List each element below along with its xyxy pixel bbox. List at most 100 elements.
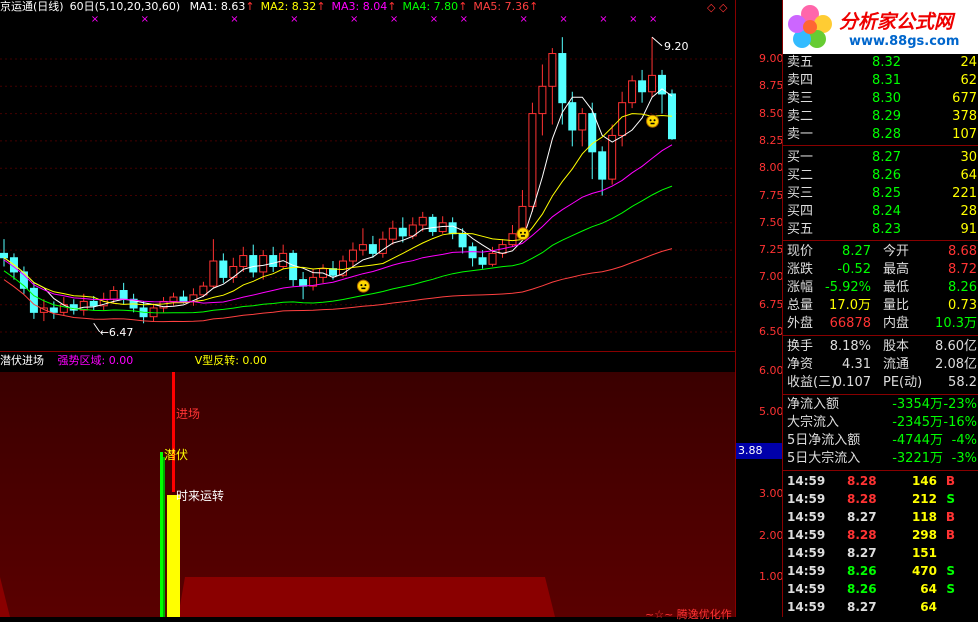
orderbook-price: 8.30: [872, 91, 901, 106]
smiley-icon: [646, 114, 660, 128]
ma-label-2: MA2: 8.32↑: [260, 0, 326, 13]
ma-label-1: MA1: 8.63↑: [189, 0, 255, 13]
candle-body: [508, 233, 517, 246]
candle-body: [358, 244, 367, 251]
candle-body: [109, 290, 118, 300]
quote-panel: 分析家公式网 www.88gs.com 卖五 8.32 24 卖四 8.31 62 卖三 8.…: [782, 0, 978, 617]
orderbook-level: 买三: [787, 186, 814, 201]
candle-body: [0, 252, 8, 259]
orderbook-price: 8.28: [872, 127, 901, 142]
chart-options-icon[interactable]: ◇ ◇: [707, 1, 727, 14]
candle-body: [259, 255, 268, 273]
candle-body: [29, 287, 38, 313]
smiley-icon: [356, 279, 370, 293]
entry-line: [172, 372, 175, 492]
candle-body: [299, 279, 308, 287]
flower-logo-icon: [788, 5, 832, 48]
sub-indicator-chart[interactable]: [0, 352, 735, 617]
tick-row: 14:59 8.28 298 B: [787, 528, 955, 542]
orderbook-volume: 62: [960, 73, 977, 88]
tick-row: 14:59 8.27 64: [787, 600, 937, 614]
sub-indicator-header: 潜伏进场 强势区域: 0.00 V型反转: 0.00: [0, 353, 735, 369]
stat-row: 换手 8.18% 股本 8.60亿: [787, 339, 977, 354]
orderbook-price: 8.27: [872, 150, 901, 165]
orderbook-volume: 378: [952, 109, 977, 124]
price-tick: 7.50: [759, 215, 784, 229]
lurk-bar: [160, 452, 163, 617]
price-tick: 8.25: [759, 133, 784, 147]
tick-row: 14:59 8.28 212 S: [787, 492, 955, 506]
candle-body: [209, 260, 218, 287]
flow-row: 大宗流入 -2345万 -16%: [787, 415, 977, 430]
zone-label: 强势区域: 0.00: [57, 354, 134, 367]
indicator-tick: 5.00: [759, 405, 784, 418]
signal-x-marker: ×: [91, 14, 99, 25]
candle-body: [368, 244, 377, 254]
price-tick: 6.50: [759, 325, 784, 338]
orderbook-sell-row[interactable]: 卖四 8.31 62: [783, 72, 978, 90]
orderbook-sell-row[interactable]: 卖一 8.28 107: [783, 126, 978, 144]
price-tick: 8.50: [759, 106, 784, 120]
orderbook-level: 买四: [787, 204, 814, 219]
signal-x-marker: ×: [460, 14, 468, 25]
stat-row: 净资 4.31 流通 2.08亿: [787, 357, 977, 372]
candle-body: [478, 257, 487, 265]
stat-row: 总量 17.0万 量比 0.73: [787, 298, 977, 313]
current-value: 3.88: [738, 444, 763, 457]
period-label: 60日(5,10,20,30,60): [69, 0, 181, 13]
stat-row: 涨幅 -5.92% 最低 8.26: [787, 280, 977, 295]
ma-label-4: MA4: 7.80↑: [402, 0, 468, 13]
orderbook-level: 卖二: [787, 109, 814, 124]
orderbook-buy-row[interactable]: 买四 8.24 28: [783, 203, 978, 221]
indicator-tick: 6.00: [759, 364, 784, 377]
orderbook-sell-row[interactable]: 卖三 8.30 677: [783, 90, 978, 108]
flow-row: 5日净流入额 -4744万 -4%: [787, 433, 977, 448]
orderbook-volume: 30: [960, 150, 977, 165]
signal-entry-label: 进场: [176, 407, 201, 421]
current-value-box: 3.88: [736, 443, 783, 459]
stat-row: 现价 8.27 今开 8.68: [787, 244, 977, 259]
signal-x-marker: ×: [629, 14, 637, 25]
orderbook-volume: 107: [952, 127, 977, 142]
smiley-icon: [516, 227, 530, 241]
flow-row: 5日大宗流入 -3221万 -3%: [787, 451, 977, 466]
orderbook-level: 买二: [787, 168, 814, 183]
signal-x-marker: ×: [430, 14, 438, 25]
signal-x-marker: ×: [350, 14, 358, 25]
price-tick: 7.00: [759, 270, 784, 284]
logo-url[interactable]: www.88gs.com: [849, 34, 959, 49]
candle-body: [338, 260, 347, 276]
candle-body: [428, 216, 437, 233]
candle-body: [279, 252, 288, 267]
candle-body: [488, 252, 497, 265]
orderbook-buy-row[interactable]: 买三 8.25 221: [783, 185, 978, 203]
strong-zone-area: [178, 577, 555, 617]
fortune-bar: [167, 495, 180, 617]
orderbook-price: 8.26: [872, 168, 901, 183]
orderbook-sell-row[interactable]: 卖五 8.32 24: [783, 54, 978, 72]
price-axis: 9.00 8.75 8.50 8.25 8.00 7.75 7.50 7.25 7.00 6.75…: [735, 0, 784, 352]
orderbook-buy-row[interactable]: 买二 8.26 64: [783, 167, 978, 185]
indicator-tick: 2.00: [759, 529, 784, 542]
orderbook-price: 8.25: [872, 186, 901, 201]
candle-body: [558, 53, 567, 104]
orderbook-level: 卖四: [787, 73, 814, 88]
candle-body: [199, 285, 208, 296]
orderbook-price: 8.29: [872, 109, 901, 124]
v-reversal-label: V型反转: 0.00: [194, 354, 267, 367]
orderbook-price: 8.32: [872, 55, 901, 70]
candle-body: [89, 300, 98, 307]
indicator-tick: 1.00: [759, 570, 784, 583]
orderbook-buy-row[interactable]: 买一 8.27 30: [783, 149, 978, 167]
orderbook-sell-row[interactable]: 卖二 8.29 378: [783, 108, 978, 126]
orderbook-buy-row[interactable]: 买五 8.23 91: [783, 221, 978, 239]
candle-body: [219, 260, 228, 278]
flow-row: 净流入额 -3354万 -23%: [787, 397, 977, 412]
candle-body: [468, 246, 477, 259]
stat-row: 涨跌 -0.52 最高 8.72: [787, 262, 977, 277]
stat-row: 外盘 66878 内盘 10.3万: [787, 316, 977, 331]
candle-body: [398, 227, 407, 237]
kline-chart[interactable]: 9.20 ←6.47 × × × × × × × × × × × × ×: [0, 0, 735, 352]
low-marker: ←6.47: [100, 326, 134, 339]
tick-row: 14:59 8.28 146 B: [787, 474, 955, 488]
